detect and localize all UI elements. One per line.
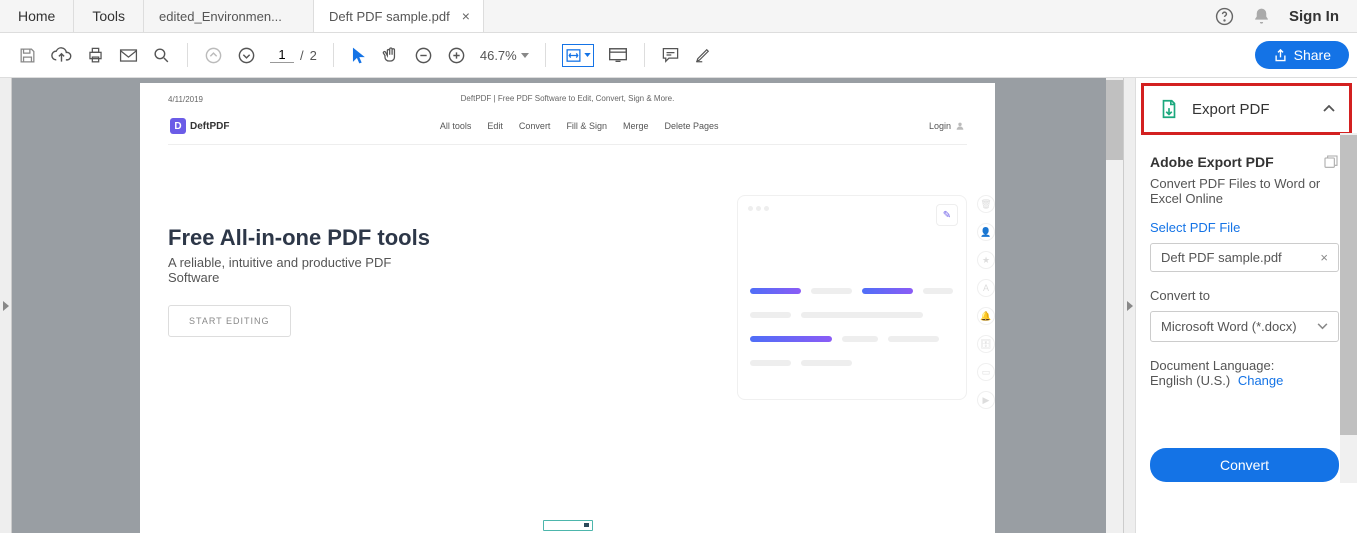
export-pdf-title: Export PDF: [1192, 101, 1311, 118]
hero-start-button: START EDITING: [168, 305, 291, 337]
side-scrollbar[interactable]: [1340, 133, 1357, 483]
convert-format-select[interactable]: Microsoft Word (*.docx): [1150, 311, 1339, 342]
page-header-title: DeftPDF | Free PDF Software to Edit, Con…: [168, 94, 967, 103]
tab-tools[interactable]: Tools: [74, 0, 144, 32]
side-section-title: Adobe Export PDF: [1150, 154, 1339, 170]
toolbar: / 2 46.7% Share: [0, 33, 1357, 78]
hero-subtitle: A reliable, intuitive and productive PDF…: [168, 255, 398, 285]
site-logo: D DeftPDF: [170, 118, 229, 134]
document-scrollbar[interactable]: [1106, 78, 1123, 533]
font-icon: A: [977, 279, 995, 297]
nav-item: Fill & Sign: [566, 121, 607, 131]
play-icon: ▶: [977, 391, 995, 409]
highlight-icon[interactable]: [694, 46, 712, 64]
change-language-link[interactable]: Change: [1238, 373, 1284, 388]
nav-item: Edit: [487, 121, 503, 131]
side-section-desc: Convert PDF Files to Word or Excel Onlin…: [1150, 176, 1339, 206]
close-tab-icon[interactable]: ×: [462, 8, 470, 24]
document-language-row: Document Language: English (U.S.) Change: [1150, 358, 1339, 388]
selected-file-name: Deft PDF sample.pdf: [1161, 250, 1282, 265]
site-login: Login: [929, 121, 965, 131]
tools-pane-toggle[interactable]: [1123, 78, 1135, 533]
tab-document-1[interactable]: edited_Environmen...: [144, 0, 314, 32]
notifications-icon[interactable]: [1252, 7, 1271, 26]
search-icon[interactable]: [152, 46, 171, 65]
email-icon[interactable]: [119, 48, 138, 63]
lang-label: Document Language:: [1150, 358, 1274, 373]
export-pdf-header[interactable]: Export PDF: [1141, 83, 1352, 135]
clear-file-icon[interactable]: ×: [1320, 250, 1328, 265]
nav-item: Delete Pages: [664, 121, 718, 131]
document-area[interactable]: 4/11/2019 DeftPDF | Free PDF Software to…: [12, 78, 1123, 533]
site-logo-text: DeftPDF: [190, 121, 229, 132]
zoom-in-icon[interactable]: [447, 46, 466, 65]
share-label: Share: [1294, 47, 1331, 63]
tab-document-2[interactable]: Deft PDF sample.pdf ×: [314, 0, 484, 32]
zoom-out-icon[interactable]: [414, 46, 433, 65]
selected-file-box[interactable]: Deft PDF sample.pdf ×: [1150, 243, 1339, 272]
edit-pencil-icon: ✎: [936, 204, 958, 226]
trash-icon: 🗑: [977, 195, 995, 213]
page-display-icon[interactable]: [608, 47, 628, 64]
nav-item: Convert: [519, 121, 551, 131]
nav-item: All tools: [440, 121, 472, 131]
pdf-page: 4/11/2019 DeftPDF | Free PDF Software to…: [140, 83, 995, 533]
print-icon[interactable]: [86, 46, 105, 65]
zoom-dropdown[interactable]: 46.7%: [480, 48, 529, 63]
nav-pane-toggle[interactable]: [0, 78, 12, 533]
nav-item: Merge: [623, 121, 649, 131]
bell-icon: 🔔: [977, 307, 995, 325]
web-link-icon[interactable]: [1323, 154, 1339, 170]
user-icon: 👤: [977, 223, 995, 241]
select-file-label[interactable]: Select PDF File: [1150, 220, 1339, 235]
export-pdf-icon: [1158, 98, 1180, 120]
star-icon: ★: [977, 251, 995, 269]
side-panel: Export PDF Adobe Export PDF Convert PDF …: [1135, 78, 1357, 533]
cloud-upload-icon[interactable]: [51, 46, 72, 65]
fit-width-icon[interactable]: [562, 44, 594, 67]
share-button[interactable]: Share: [1255, 41, 1349, 69]
convert-to-label: Convert to: [1150, 288, 1339, 303]
image-icon: ▭: [977, 363, 995, 381]
page-up-icon[interactable]: [204, 46, 223, 65]
convert-format-value: Microsoft Word (*.docx): [1161, 319, 1297, 334]
hero-preview-panel: ✎: [737, 195, 967, 400]
select-tool-icon[interactable]: [350, 46, 367, 65]
zoom-value: 46.7%: [480, 48, 517, 63]
lang-value: English (U.S.): [1150, 373, 1230, 388]
hand-tool-icon[interactable]: [381, 46, 400, 65]
total-pages: 2: [310, 48, 317, 63]
page-separator: /: [300, 48, 304, 63]
hero-title: Free All-in-one PDF tools: [168, 225, 697, 251]
site-nav: All tools Edit Convert Fill & Sign Merge…: [440, 121, 719, 131]
lock-icon: 🗄: [977, 335, 995, 353]
login-text: Login: [929, 121, 951, 131]
chevron-up-icon: [1323, 105, 1335, 113]
comment-icon[interactable]: [661, 46, 680, 64]
help-icon[interactable]: [1215, 7, 1234, 26]
section-title-text: Adobe Export PDF: [1150, 154, 1274, 170]
tab-document-2-label: Deft PDF sample.pdf: [329, 9, 450, 24]
page-indicator: / 2: [270, 47, 317, 63]
convert-button[interactable]: Convert: [1150, 448, 1339, 482]
current-page-input[interactable]: [270, 47, 294, 63]
tabs-bar: Home Tools edited_Environmen... Deft PDF…: [0, 0, 1357, 33]
sign-in-button[interactable]: Sign In: [1289, 8, 1339, 25]
tab-home[interactable]: Home: [0, 0, 74, 32]
save-icon[interactable]: [18, 46, 37, 65]
server-illustration: [168, 520, 967, 533]
hero-side-icons: 🗑 👤 ★ A 🔔 🗄 ▭ ▶: [977, 195, 995, 409]
chevron-down-icon: [1317, 323, 1328, 330]
page-down-icon[interactable]: [237, 46, 256, 65]
